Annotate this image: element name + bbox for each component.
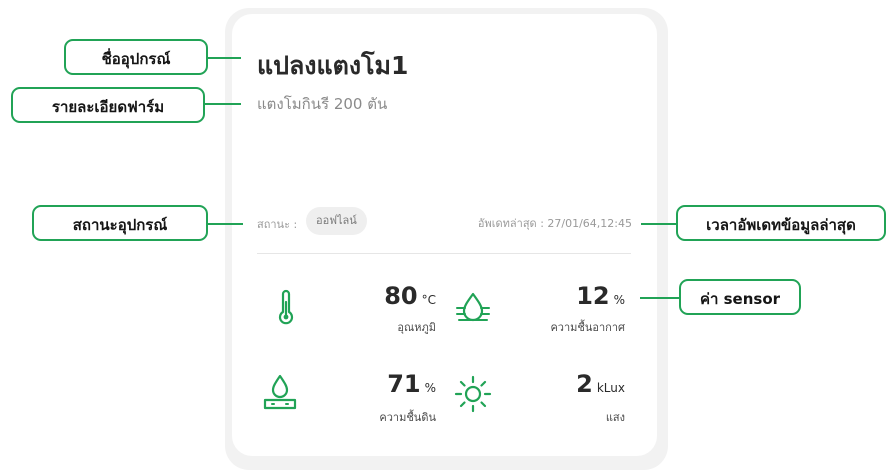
soil-moisture-number: 71 [387,370,421,398]
temperature-value: 80 °C [340,282,436,310]
temperature-number: 80 [384,282,418,310]
sun-icon [454,375,492,413]
callout-sensor-values: ค่า sensor [679,279,801,315]
last-update-text: อัพเดทล่าสุด : 27/01/64,12:45 [477,217,632,230]
soil-moisture-unit: % [424,381,436,395]
soil-moisture-icon [263,374,297,410]
stage: แปลงแตงโม1 แตงโมกินรี 200 ตัน สถานะ : ออ… [0,0,892,471]
device-name: แปลงแตงโม1 [257,51,409,80]
callout-device-status: สถานะอุปกรณ์ [32,205,208,241]
connector-device-status [206,223,243,225]
status-label: สถานะ : [257,218,298,231]
air-humidity-icon [456,292,490,322]
connector-sensor-values [640,297,680,299]
divider [257,253,631,254]
temperature-label: อุณหภูมิ [397,321,436,334]
light-label: แสง [605,411,625,424]
connector-last-update [641,223,677,225]
callout-last-update: เวลาอัพเดทข้อมูลล่าสุด [676,205,886,241]
air-humidity-label: ความชื้นอากาศ [550,321,625,334]
temperature-unit: °C [421,293,436,307]
air-humidity-unit: % [613,293,625,307]
soil-moisture-value: 71% [340,370,436,398]
farm-detail: แตงโมกินรี 200 ตัน [257,95,388,113]
callout-farm-detail: รายละเอียดฟาร์ม [11,87,205,123]
light-unit: kLux [596,381,625,395]
status-badge: ออฟไลน์ [306,207,367,235]
light-number: 2 [576,370,593,398]
light-value: 2 kLux [520,370,625,398]
air-humidity-number: 12 [576,282,610,310]
soil-moisture-label: ความชื้นดิน [379,411,436,424]
connector-farm-detail [203,103,241,105]
connector-device-name [207,57,241,59]
callout-device-name: ชื่ออุปกรณ์ [64,39,208,75]
thermometer-icon [278,289,294,325]
air-humidity-value: 12% [520,282,625,310]
